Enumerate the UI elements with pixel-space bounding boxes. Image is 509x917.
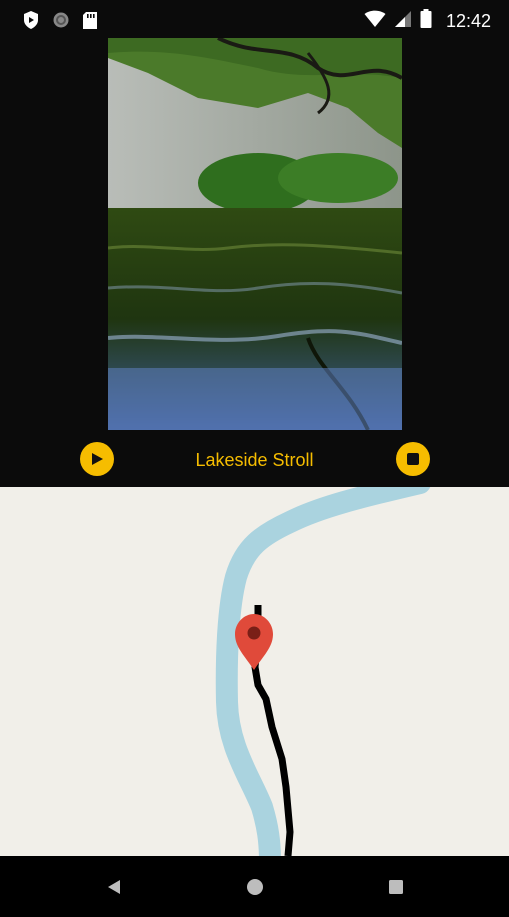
play-protect-icon	[22, 10, 40, 35]
recents-button[interactable]	[383, 874, 409, 900]
stop-button[interactable]	[396, 442, 430, 476]
navigation-bar	[0, 856, 509, 917]
playback-controls: Lakeside Stroll	[0, 438, 509, 482]
track-title: Lakeside Stroll	[195, 450, 314, 470]
map-pin-icon[interactable]	[235, 614, 273, 670]
sd-card-icon	[82, 11, 98, 35]
home-button[interactable]	[242, 874, 268, 900]
back-button[interactable]	[101, 874, 127, 900]
stop-icon	[407, 453, 419, 465]
cell-signal-icon	[394, 10, 412, 33]
map-view[interactable]	[0, 487, 509, 856]
video-frame[interactable]	[108, 38, 402, 430]
video-player: Lakeside Stroll	[0, 38, 509, 487]
wifi-icon	[364, 10, 386, 33]
status-time: 12:42	[445, 10, 491, 31]
recents-icon	[389, 880, 403, 894]
status-bar: 12:42	[0, 0, 509, 38]
back-icon	[108, 880, 120, 894]
battery-icon	[420, 9, 432, 33]
sync-circle-icon	[52, 11, 70, 34]
home-icon	[247, 879, 263, 895]
